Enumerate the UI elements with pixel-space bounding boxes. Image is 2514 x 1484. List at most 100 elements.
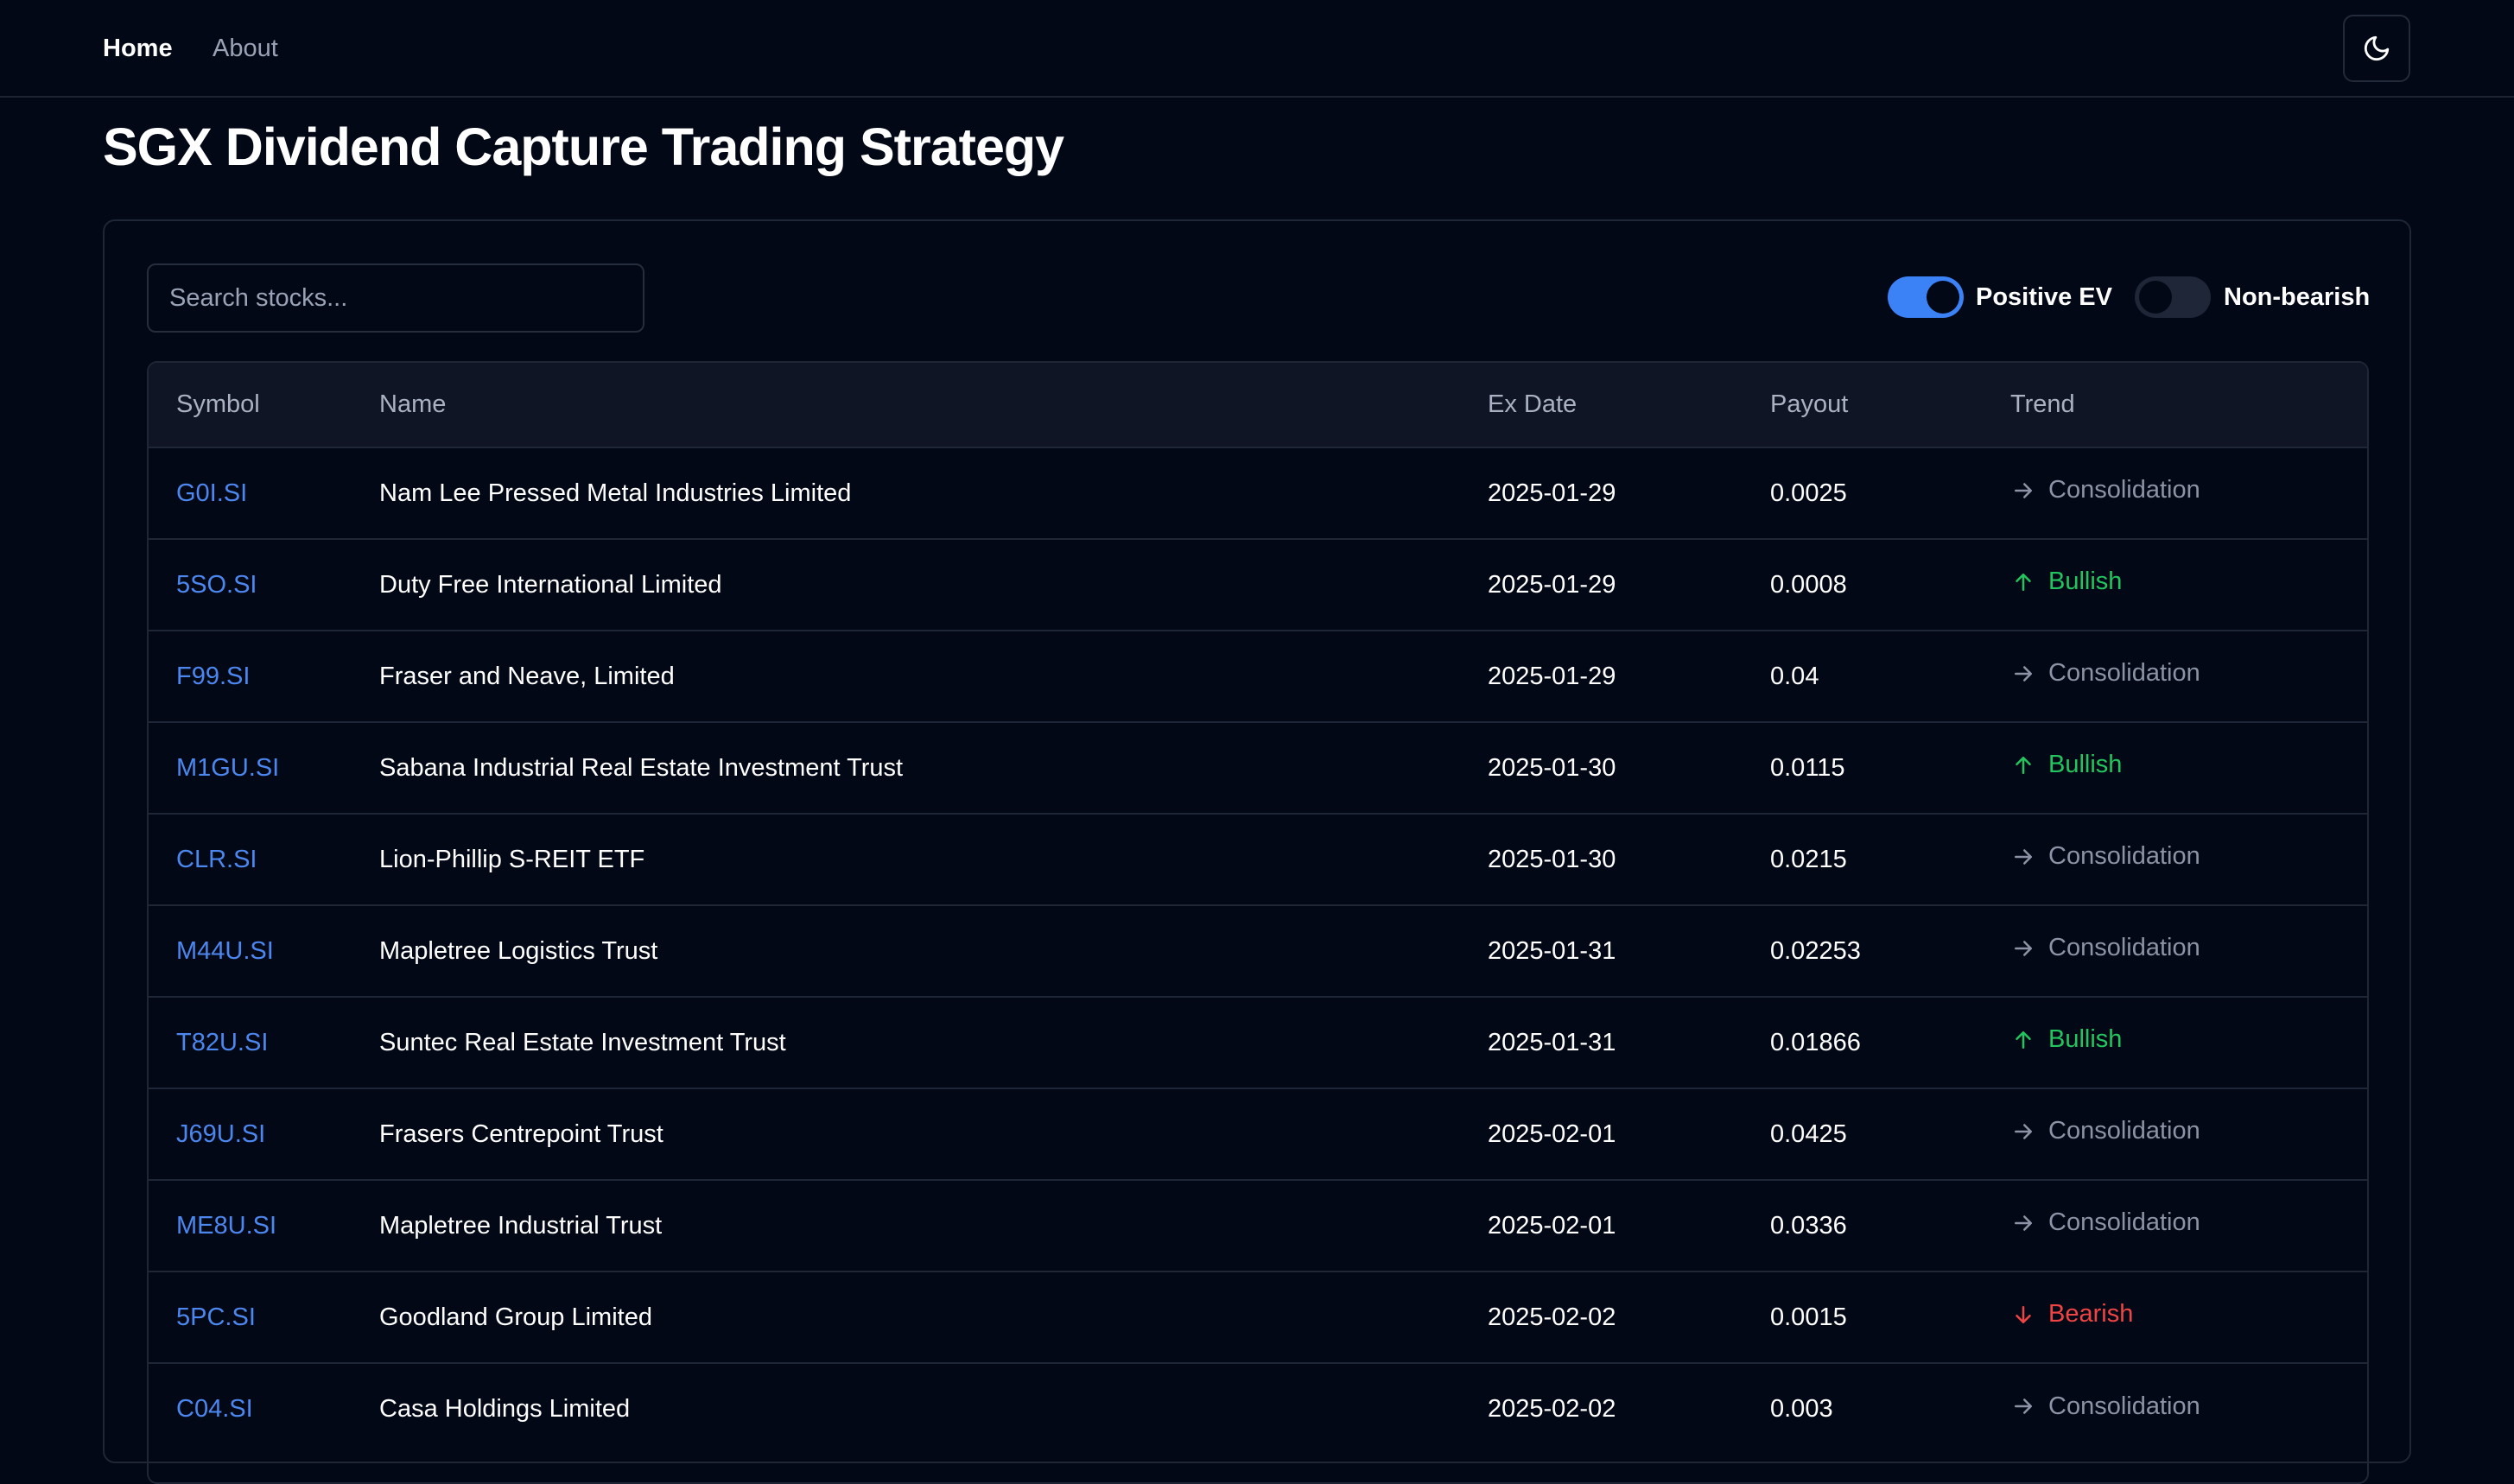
moon-icon: [2364, 35, 2390, 61]
payout: 0.0425: [1770, 1119, 1847, 1148]
arrow-down-icon: [2016, 1305, 2031, 1323]
nav-home-link[interactable]: Home: [103, 31, 173, 66]
symbol-link[interactable]: M1GU.SI: [176, 754, 279, 782]
trend-badge: Bullish: [2010, 568, 2122, 596]
toggle-knob: [1927, 281, 1959, 314]
table-row[interactable]: F99.SI Fraser and Neave, Limited 2025-01-2…: [149, 631, 2367, 722]
header-trend[interactable]: Trend: [2010, 363, 2367, 447]
header-name[interactable]: Name: [379, 363, 1488, 447]
trend-label: Consolidation: [2048, 659, 2200, 688]
nav-about-link[interactable]: About: [213, 31, 278, 66]
trend-label: Consolidation: [2048, 1392, 2200, 1420]
trend-label: Bullish: [2048, 568, 2123, 596]
stock-name: Goodland Group Limited: [379, 1303, 652, 1331]
stock-name: Duty Free International Limited: [379, 570, 722, 599]
dividend-table: Symbol Name Ex Date Payout Trend G0I.SI N…: [149, 363, 2367, 1455]
table-row[interactable]: M44U.SI Mapletree Logistics Trust 2025-01-…: [149, 905, 2367, 997]
symbol-link[interactable]: CLR.SI: [176, 846, 257, 873]
trend-badge: Bullish: [2010, 1025, 2122, 1054]
stock-name: Nam Lee Pressed Metal Industries Limited: [379, 479, 852, 507]
table-header-row: Symbol Name Ex Date Payout Trend: [149, 363, 2367, 447]
payout: 0.01866: [1770, 1028, 1861, 1056]
trend-badge: Consolidation: [2010, 1392, 2200, 1421]
symbol-link[interactable]: C04.SI: [176, 1395, 253, 1423]
stock-name: Lion-Phillip S-REIT ETF: [379, 845, 645, 873]
stocks-card: Positive EV Non-bearish Symbol Name Ex D…: [103, 219, 2411, 1484]
arrow-right-icon: [2015, 483, 2032, 498]
table-row[interactable]: C04.SI Casa Holdings Limited 2025-02-02 0.0…: [149, 1363, 2367, 1455]
ex-date: 2025-01-30: [1488, 753, 1616, 782]
symbol-link[interactable]: M44U.SI: [176, 937, 274, 965]
table-row[interactable]: 5SO.SI Duty Free International Limited 202…: [149, 539, 2367, 631]
arrow-up-icon: [2016, 1031, 2031, 1049]
symbol-link[interactable]: J69U.SI: [176, 1120, 265, 1148]
ex-date: 2025-02-01: [1488, 1119, 1616, 1148]
symbol-link[interactable]: F99.SI: [176, 663, 250, 690]
stock-name: Suntec Real Estate Investment Trust: [379, 1028, 786, 1056]
ex-date: 2025-02-02: [1488, 1395, 1616, 1423]
table-row[interactable]: ME8U.SI Mapletree Industrial Trust 2025-02…: [149, 1180, 2367, 1272]
table-row[interactable]: J69U.SI Frasers Centrepoint Trust 2025-02-…: [149, 1088, 2367, 1180]
non-bearish-toggle[interactable]: [2135, 276, 2211, 318]
search-input[interactable]: [147, 263, 644, 333]
stock-name: Sabana Industrial Real Estate Investment…: [379, 753, 904, 782]
arrow-up-icon: [2016, 573, 2031, 591]
theme-toggle-button[interactable]: [2343, 15, 2410, 82]
payout: 0.04: [1770, 662, 1819, 690]
trend-badge: Bullish: [2010, 751, 2122, 779]
arrow-right-icon: [2015, 1398, 2032, 1414]
payout: 0.0025: [1770, 479, 1847, 507]
table-row[interactable]: T82U.SI Suntec Real Estate Investment Tru…: [149, 997, 2367, 1088]
symbol-link[interactable]: 5SO.SI: [176, 571, 257, 599]
ex-date: 2025-01-30: [1488, 845, 1616, 873]
trend-badge: Consolidation: [2010, 476, 2200, 504]
positive-ev-toggle[interactable]: [1888, 276, 1964, 318]
header-payout[interactable]: Payout: [1770, 363, 2010, 447]
symbol-link[interactable]: T82U.SI: [176, 1029, 268, 1056]
trend-label: Bullish: [2048, 1025, 2123, 1054]
arrow-right-icon: [2015, 941, 2032, 956]
payout: 0.0336: [1770, 1211, 1847, 1240]
trend-badge: Consolidation: [2010, 659, 2200, 688]
header-ex-date[interactable]: Ex Date: [1488, 363, 1770, 447]
payout: 0.0008: [1770, 570, 1847, 599]
stock-name: Casa Holdings Limited: [379, 1395, 631, 1423]
payout: 0.003: [1770, 1395, 1833, 1423]
table-body: G0I.SI Nam Lee Pressed Metal Industries L…: [149, 447, 2367, 1455]
ex-date: 2025-02-02: [1488, 1303, 1616, 1331]
toggle-knob: [2139, 281, 2172, 314]
trend-badge: Consolidation: [2010, 842, 2200, 871]
arrow-right-icon: [2015, 666, 2032, 682]
symbol-link[interactable]: ME8U.SI: [176, 1212, 276, 1240]
table-row[interactable]: 5PC.SI Goodland Group Limited 2025-02-02 0.…: [149, 1272, 2367, 1363]
trend-badge: Consolidation: [2010, 1117, 2200, 1145]
arrow-right-icon: [2015, 1215, 2032, 1231]
stock-name: Fraser and Neave, Limited: [379, 662, 675, 690]
trend-label: Bullish: [2048, 751, 2123, 779]
ex-date: 2025-01-29: [1488, 479, 1616, 507]
trend-badge: Consolidation: [2010, 1208, 2200, 1237]
arrow-right-icon: [2015, 1124, 2032, 1139]
table-row[interactable]: M1GU.SI Sabana Industrial Real Estate Inv…: [149, 722, 2367, 814]
payout: 0.0115: [1770, 753, 1845, 782]
payout: 0.0215: [1770, 845, 1847, 873]
positive-ev-label: Positive EV: [1976, 283, 2112, 311]
stock-name: Mapletree Logistics Trust: [379, 936, 658, 965]
trend-label: Consolidation: [2048, 1208, 2200, 1237]
trend-badge: Bearish: [2010, 1300, 2133, 1329]
header-symbol[interactable]: Symbol: [149, 363, 379, 447]
ex-date: 2025-01-31: [1488, 936, 1616, 965]
table-row[interactable]: G0I.SI Nam Lee Pressed Metal Industries L…: [149, 447, 2367, 539]
page-title: SGX Dividend Capture Trading Strategy: [103, 117, 1064, 176]
payout: 0.0015: [1770, 1303, 1847, 1331]
stock-name: Frasers Centrepoint Trust: [379, 1119, 663, 1148]
dividend-table-container: Symbol Name Ex Date Payout Trend G0I.SI N…: [147, 361, 2369, 1484]
ex-date: 2025-02-01: [1488, 1211, 1616, 1240]
arrow-right-icon: [2015, 849, 2032, 865]
symbol-link[interactable]: 5PC.SI: [176, 1303, 256, 1331]
symbol-link[interactable]: G0I.SI: [176, 479, 247, 507]
ex-date: 2025-01-29: [1488, 570, 1616, 599]
ex-date: 2025-01-29: [1488, 662, 1616, 690]
stock-name: Mapletree Industrial Trust: [379, 1211, 663, 1240]
table-row[interactable]: CLR.SI Lion-Phillip S-REIT ETF 2025-01-30 0…: [149, 814, 2367, 905]
